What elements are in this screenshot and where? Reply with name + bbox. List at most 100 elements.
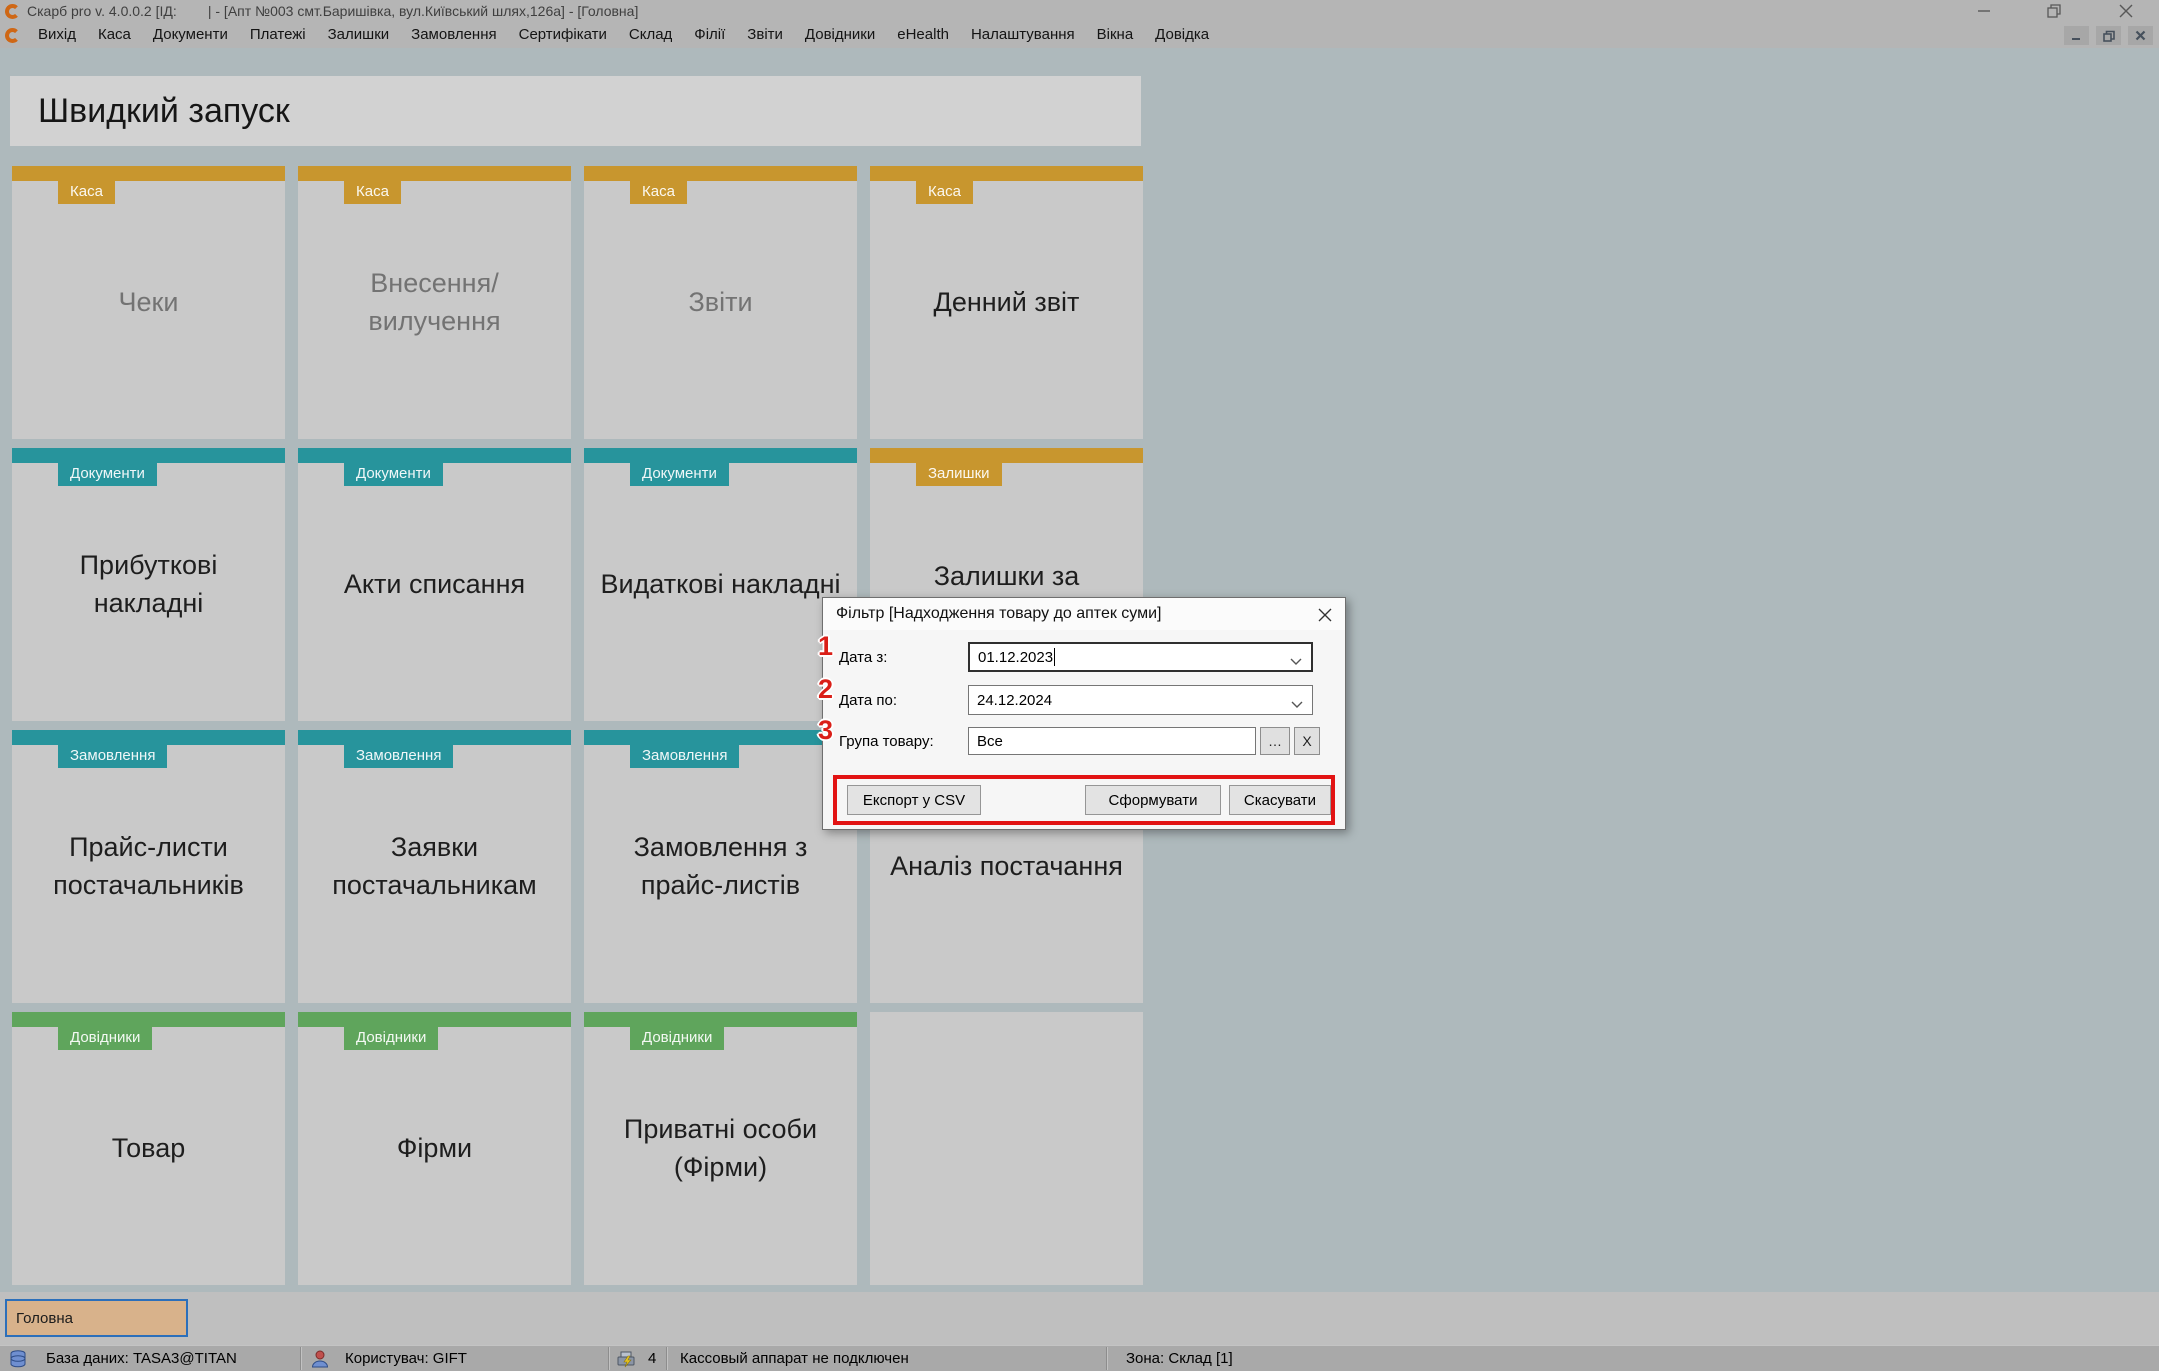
category-badge: Замовлення (58, 745, 168, 768)
category-badge: Каса (344, 181, 401, 204)
user-status: Користувач: GIFT (345, 1350, 467, 1367)
category-strip (584, 1012, 857, 1027)
category-badge: Каса (630, 181, 687, 204)
category-strip (870, 166, 1143, 181)
cash-register-status: Кассовый аппарат не подключен (680, 1350, 909, 1367)
tile-firmy[interactable]: Довідники Фірми (298, 1012, 571, 1285)
tile-zvity[interactable]: Каса Звіти (584, 166, 857, 439)
tile-vydatkovi-nakladni[interactable]: Документи Видаткові накладні (584, 448, 857, 721)
menu-item-sertyfikaty[interactable]: Сертифікати (508, 22, 618, 48)
menu-item-ehealth[interactable]: eHealth (886, 22, 960, 48)
tile-label: Фірми (396, 1132, 473, 1163)
category-badge: Документи (344, 463, 443, 486)
cash-register-icon (617, 1351, 635, 1368)
menu-item-sklad[interactable]: Склад (618, 22, 683, 48)
category-strip (12, 166, 285, 181)
category-badge: Довідники (344, 1027, 439, 1050)
menu-item-zvity[interactable]: Звіти (736, 22, 794, 48)
category-badge: Каса (916, 181, 973, 204)
tile-label: Заявки постачальникам (332, 831, 537, 900)
goods-group-label: Група товару: (839, 733, 934, 750)
category-strip (298, 448, 571, 463)
tile-label: Приватні особи (Фірми) (623, 1113, 818, 1182)
category-strip (584, 166, 857, 181)
category-strip (298, 166, 571, 181)
date-from-input[interactable]: 01.12.2023 (968, 642, 1313, 672)
category-strip (12, 1012, 285, 1027)
menu-item-zamovlennia[interactable]: Замовлення (400, 22, 507, 48)
annotation-1: 1 (818, 631, 834, 661)
separator (1106, 1347, 1108, 1370)
text-caret (1054, 648, 1056, 666)
category-badge: Замовлення (630, 745, 740, 768)
database-icon (10, 1350, 26, 1368)
tab-holovna[interactable]: Головна (5, 1299, 188, 1337)
page-title: Швидкий запуск (10, 76, 1141, 146)
minimize-icon[interactable] (1967, 0, 2001, 22)
tile-akty-spysannia[interactable]: Документи Акти списання (298, 448, 571, 721)
date-to-input[interactable]: 24.12.2024 (968, 685, 1313, 715)
window-controls (1967, 0, 2143, 22)
category-strip (12, 448, 285, 463)
database-status: База даних: TASA3@TITAN (46, 1350, 237, 1367)
generate-button[interactable]: Сформувати (1085, 785, 1221, 815)
clear-x-button[interactable]: X (1294, 727, 1320, 755)
tile-label: Видаткові накладні (600, 568, 841, 599)
category-badge: Замовлення (344, 745, 454, 768)
mdi-close-icon[interactable] (2128, 26, 2153, 45)
category-strip (12, 730, 285, 745)
tab-strip: Головна (0, 1292, 2159, 1345)
tile-cheky[interactable]: Каса Чеки (12, 166, 285, 439)
menu-item-vyhid[interactable]: Вихід (27, 22, 87, 48)
chevron-down-icon[interactable] (1290, 653, 1302, 670)
tile-label: Чеки (118, 286, 179, 317)
tile-vnesennia-vyluchennia[interactable]: Каса Внесення/вилучення (298, 166, 571, 439)
device-count: 4 (648, 1350, 657, 1367)
tile-pryvatni-osoby[interactable]: Довідники Приватні особи (Фірми) (584, 1012, 857, 1285)
tile-label: Денний звіт (933, 286, 1080, 317)
menu-item-dovidnyky[interactable]: Довідники (794, 22, 886, 48)
tile-prybutkovi-nakladni[interactable]: Документи Прибуткові накладні (12, 448, 285, 721)
tile-label: Залишки за (933, 561, 1080, 591)
tile-label: Акти списання (343, 568, 526, 599)
tile-label: Прайс-листи постачальників (53, 831, 244, 900)
category-badge: Документи (630, 463, 729, 486)
menu-item-filii[interactable]: Філії (683, 22, 736, 48)
tile-label: Внесення/вилучення (368, 267, 501, 336)
menu-item-vikna[interactable]: Вікна (1086, 22, 1145, 48)
category-badge: Довідники (630, 1027, 725, 1050)
category-strip (584, 448, 857, 463)
title-bar: Скарб pro v. 4.0.0.2 [ІД: | - [Апт №003 … (0, 0, 2159, 22)
tile-zamovlennia-z-prais-lystiv[interactable]: Замовлення Замовлення з прайс-листів (584, 730, 857, 1003)
tile-label: Звіти (688, 286, 753, 317)
menu-item-zalyshky[interactable]: Залишки (317, 22, 401, 48)
cancel-button[interactable]: Скасувати (1229, 785, 1331, 815)
export-csv-button[interactable]: Експорт у CSV (847, 785, 981, 815)
category-strip (584, 730, 857, 745)
category-strip (870, 448, 1143, 463)
menu-item-nalashtuvannia[interactable]: Налаштування (960, 22, 1086, 48)
menu-item-platezhi[interactable]: Платежі (239, 22, 317, 48)
menu-item-dovidka[interactable]: Довідка (1144, 22, 1220, 48)
app-window: Скарб pro v. 4.0.0.2 [ІД: | - [Апт №003 … (0, 0, 2159, 1371)
restore-icon[interactable] (2037, 0, 2071, 22)
goods-group-input[interactable]: Все (968, 727, 1256, 755)
close-icon[interactable] (2109, 0, 2143, 22)
category-badge: Залишки (916, 463, 1002, 486)
tile-prais-lysty-postachalnykiv[interactable]: Замовлення Прайс-листи постачальників (12, 730, 285, 1003)
mdi-restore-icon[interactable] (2096, 26, 2121, 45)
tile-tovar[interactable]: Довідники Товар (12, 1012, 285, 1285)
dialog-close-icon[interactable] (1315, 605, 1335, 625)
mdi-minimize-icon[interactable] (2064, 26, 2089, 45)
category-badge: Документи (58, 463, 157, 486)
tile-dennyi-zvit[interactable]: Каса Денний звіт (870, 166, 1143, 439)
category-strip (298, 730, 571, 745)
browse-ellipsis-button[interactable]: … (1260, 727, 1290, 755)
date-to-label: Дата по: (839, 692, 898, 709)
chevron-down-icon[interactable] (1291, 696, 1303, 713)
menu-item-kasa[interactable]: Каса (87, 22, 142, 48)
separator (300, 1347, 302, 1370)
menu-item-dokumenty[interactable]: Документи (142, 22, 239, 48)
tile-zaiavky-postachalnykam[interactable]: Замовлення Заявки постачальникам (298, 730, 571, 1003)
zone-status: Зона: Склад [1] (1126, 1350, 1233, 1367)
